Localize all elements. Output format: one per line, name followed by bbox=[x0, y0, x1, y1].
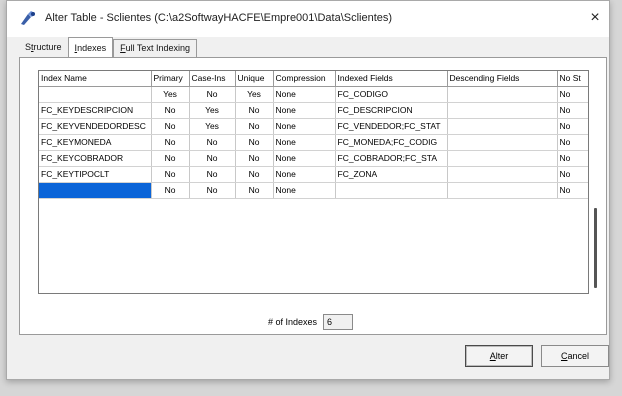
table-cell[interactable]: FC_CODIGO bbox=[335, 86, 448, 103]
column-header[interactable]: Descending Fields bbox=[447, 71, 558, 87]
table-cell[interactable]: No bbox=[557, 118, 588, 135]
table-wrench-icon bbox=[21, 11, 35, 25]
table-cell[interactable]: No bbox=[557, 102, 588, 119]
table-cell[interactable] bbox=[447, 182, 558, 199]
tab-full-text-indexing[interactable]: Full Text Indexing bbox=[113, 39, 197, 57]
table-cell[interactable]: Yes bbox=[189, 102, 236, 119]
column-header[interactable]: Unique bbox=[235, 71, 274, 87]
table-cell[interactable]: None bbox=[273, 182, 336, 199]
vertical-scrollbar[interactable] bbox=[594, 208, 597, 288]
table-cell[interactable] bbox=[447, 134, 558, 151]
table-cell[interactable]: No bbox=[151, 182, 190, 199]
table-row[interactable]: FC_KEYTIPOCLT No No No None FC_ZONA No bbox=[39, 166, 588, 183]
alter-button[interactable]: Alter bbox=[465, 345, 533, 367]
table-cell[interactable]: FC_KEYCOBRADOR bbox=[39, 150, 152, 167]
cancel-button[interactable]: Cancel bbox=[541, 345, 609, 367]
table-cell[interactable]: FC_MONEDA;FC_CODIG bbox=[335, 134, 448, 151]
table-cell[interactable]: None bbox=[273, 118, 336, 135]
table-cell[interactable]: No bbox=[235, 150, 274, 167]
table-cell[interactable] bbox=[447, 118, 558, 135]
table-cell[interactable]: FC_KEYTIPOCLT bbox=[39, 166, 152, 183]
table-cell[interactable]: FC_ZONA bbox=[335, 166, 448, 183]
table-cell[interactable] bbox=[447, 102, 558, 119]
table-cell[interactable]: No bbox=[557, 182, 588, 199]
table-cell[interactable]: No bbox=[189, 86, 236, 103]
table-cell[interactable]: No bbox=[557, 134, 588, 151]
title-bar: Alter Table - Sclientes (C:\a2SoftwayHAC… bbox=[7, 1, 609, 37]
table-cell[interactable]: No bbox=[557, 150, 588, 167]
table-cell[interactable]: None bbox=[273, 150, 336, 167]
table-cell[interactable] bbox=[447, 86, 558, 103]
table-cell[interactable]: No bbox=[151, 134, 190, 151]
table-cell[interactable]: FC_VENDEDOR;FC_STAT bbox=[335, 118, 448, 135]
table-cell[interactable]: FC_KEYDESCRIPCION bbox=[39, 102, 152, 119]
table-cell[interactable]: No bbox=[189, 150, 236, 167]
index-grid[interactable]: Index Name Primary Case-Ins Unique Compr… bbox=[38, 70, 589, 294]
table-cell[interactable] bbox=[447, 150, 558, 167]
empty-row bbox=[39, 214, 588, 230]
table-cell[interactable]: Yes bbox=[151, 86, 190, 103]
table-cell[interactable]: None bbox=[273, 86, 336, 103]
column-header[interactable]: Primary bbox=[151, 71, 190, 87]
table-cell[interactable]: No bbox=[557, 86, 588, 103]
empty-row bbox=[39, 230, 588, 246]
table-cell[interactable]: None bbox=[273, 134, 336, 151]
tab-indexes[interactable]: Indexes bbox=[67, 37, 114, 57]
index-count-label: # of Indexes bbox=[268, 317, 318, 327]
close-icon[interactable]: × bbox=[585, 8, 605, 28]
alter-table-window: Alter Table - Sclientes (C:\a2SoftwayHAC… bbox=[6, 0, 610, 380]
table-cell[interactable]: Yes bbox=[235, 86, 274, 103]
table-cell[interactable]: FC_DESCRIPCION bbox=[335, 102, 448, 119]
table-cell[interactable]: No bbox=[235, 166, 274, 183]
empty-row bbox=[39, 246, 588, 262]
column-header[interactable]: No St bbox=[557, 71, 588, 87]
table-row[interactable]: Yes No Yes None FC_CODIGO No bbox=[39, 86, 588, 103]
window-title: Alter Table - Sclientes (C:\a2SoftwayHAC… bbox=[45, 12, 393, 24]
column-header[interactable]: Compression bbox=[273, 71, 336, 87]
grid-header-row: Index Name Primary Case-Ins Unique Compr… bbox=[39, 71, 588, 87]
table-row[interactable]: No No No None No bbox=[39, 182, 588, 199]
selected-cell[interactable] bbox=[39, 182, 152, 199]
table-cell[interactable] bbox=[447, 166, 558, 183]
table-cell[interactable]: No bbox=[151, 102, 190, 119]
table-row[interactable]: FC_KEYCOBRADOR No No No None FC_COBRADOR;FC_S… bbox=[39, 150, 588, 167]
table-cell[interactable]: None bbox=[273, 102, 336, 119]
table-cell[interactable]: No bbox=[557, 166, 588, 183]
table-cell[interactable] bbox=[335, 182, 448, 199]
tab-strip: Structure Indexes Full Text Indexing bbox=[19, 37, 197, 57]
table-cell[interactable]: No bbox=[151, 118, 190, 135]
tab-structure[interactable]: Structure bbox=[19, 39, 68, 57]
table-cell[interactable] bbox=[39, 86, 152, 103]
index-count: # of Indexes 6 bbox=[268, 314, 354, 330]
table-cell[interactable]: No bbox=[189, 166, 236, 183]
table-cell[interactable]: FC_COBRADOR;FC_STA bbox=[335, 150, 448, 167]
index-count-field: 6 bbox=[323, 314, 354, 330]
table-row[interactable]: FC_KEYDESCRIPCION No Yes No None FC_DESCRIPCI… bbox=[39, 102, 588, 119]
column-header[interactable]: Index Name bbox=[39, 71, 152, 87]
table-cell[interactable]: FC_KEYVENDEDORDESC bbox=[39, 118, 152, 135]
table-cell[interactable]: No bbox=[189, 134, 236, 151]
table-row[interactable]: FC_KEYVENDEDORDESC No Yes No None FC_VENDEDOR… bbox=[39, 118, 588, 135]
table-cell[interactable]: No bbox=[151, 150, 190, 167]
table-cell[interactable]: Yes bbox=[189, 118, 236, 135]
empty-row bbox=[39, 198, 588, 214]
indexes-panel: Index Name Primary Case-Ins Unique Compr… bbox=[19, 57, 607, 335]
table-row[interactable]: FC_KEYMONEDA No No No None FC_MONEDA;FC_CODIG… bbox=[39, 134, 588, 151]
table-cell[interactable]: No bbox=[151, 166, 190, 183]
table-cell[interactable]: FC_KEYMONEDA bbox=[39, 134, 152, 151]
column-header[interactable]: Indexed Fields bbox=[335, 71, 448, 87]
column-header[interactable]: Case-Ins bbox=[189, 71, 236, 87]
table-cell[interactable]: No bbox=[235, 102, 274, 119]
table-cell[interactable]: No bbox=[235, 134, 274, 151]
table-cell[interactable]: None bbox=[273, 166, 336, 183]
table-cell[interactable]: No bbox=[235, 118, 274, 135]
table-cell[interactable]: No bbox=[189, 182, 236, 199]
table-cell[interactable]: No bbox=[235, 182, 274, 199]
